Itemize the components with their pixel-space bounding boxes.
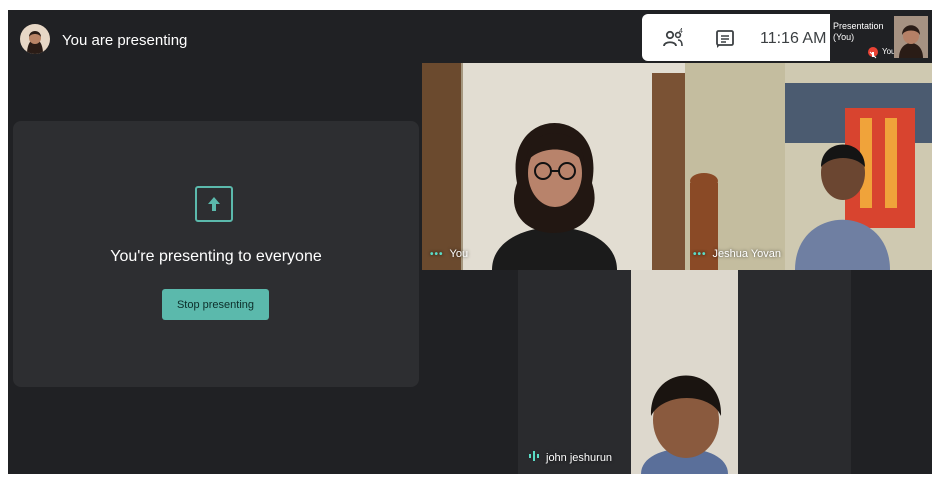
top-bar: You are presenting 4 11:16 AM Presentati… xyxy=(8,10,932,63)
presenting-title: You are presenting xyxy=(62,32,188,49)
mic-off-icon xyxy=(868,47,878,59)
participant-name: Jeshua Yovan xyxy=(712,248,782,260)
speaking-indicator-icon xyxy=(528,451,540,464)
chat-icon[interactable] xyxy=(712,26,738,52)
video-john xyxy=(631,270,738,474)
self-video-thumbnail xyxy=(894,16,928,58)
svg-text:4: 4 xyxy=(679,28,683,35)
presenting-message: You're presenting to everyone xyxy=(110,248,322,265)
participant-label: ••• You xyxy=(430,248,468,260)
more-options-icon[interactable]: ••• xyxy=(693,249,707,260)
more-options-icon[interactable]: ••• xyxy=(430,249,444,260)
meeting-window: You are presenting 4 11:16 AM Presentati… xyxy=(8,10,932,474)
self-tile-label: Presentation (You) xyxy=(833,21,884,42)
self-presentation-tile[interactable]: Presentation (You) You xyxy=(830,14,932,61)
participant-label: john jeshurun xyxy=(528,451,612,464)
people-icon[interactable]: 4 xyxy=(660,26,686,52)
video-jeshua xyxy=(685,63,932,270)
participant-name: john jeshurun xyxy=(546,451,613,464)
stop-presenting-button[interactable]: Stop presenting xyxy=(162,289,269,320)
participant-tile-jeshua[interactable]: ••• Jeshua Yovan xyxy=(685,63,932,270)
present-screen-icon xyxy=(195,186,233,222)
participant-tile-you[interactable]: ••• You xyxy=(422,63,685,270)
participant-label: ••• Jeshua Yovan xyxy=(693,248,781,260)
presentation-card: You're presenting to everyone Stop prese… xyxy=(13,121,419,387)
header-controls: 4 11:16 AM Presentation (You) You xyxy=(642,14,932,61)
avatar-image xyxy=(20,24,50,54)
clock-time: 11:16 AM xyxy=(760,30,827,47)
participant-name: You xyxy=(449,248,469,260)
video-you xyxy=(422,63,685,270)
avatar xyxy=(20,24,50,54)
